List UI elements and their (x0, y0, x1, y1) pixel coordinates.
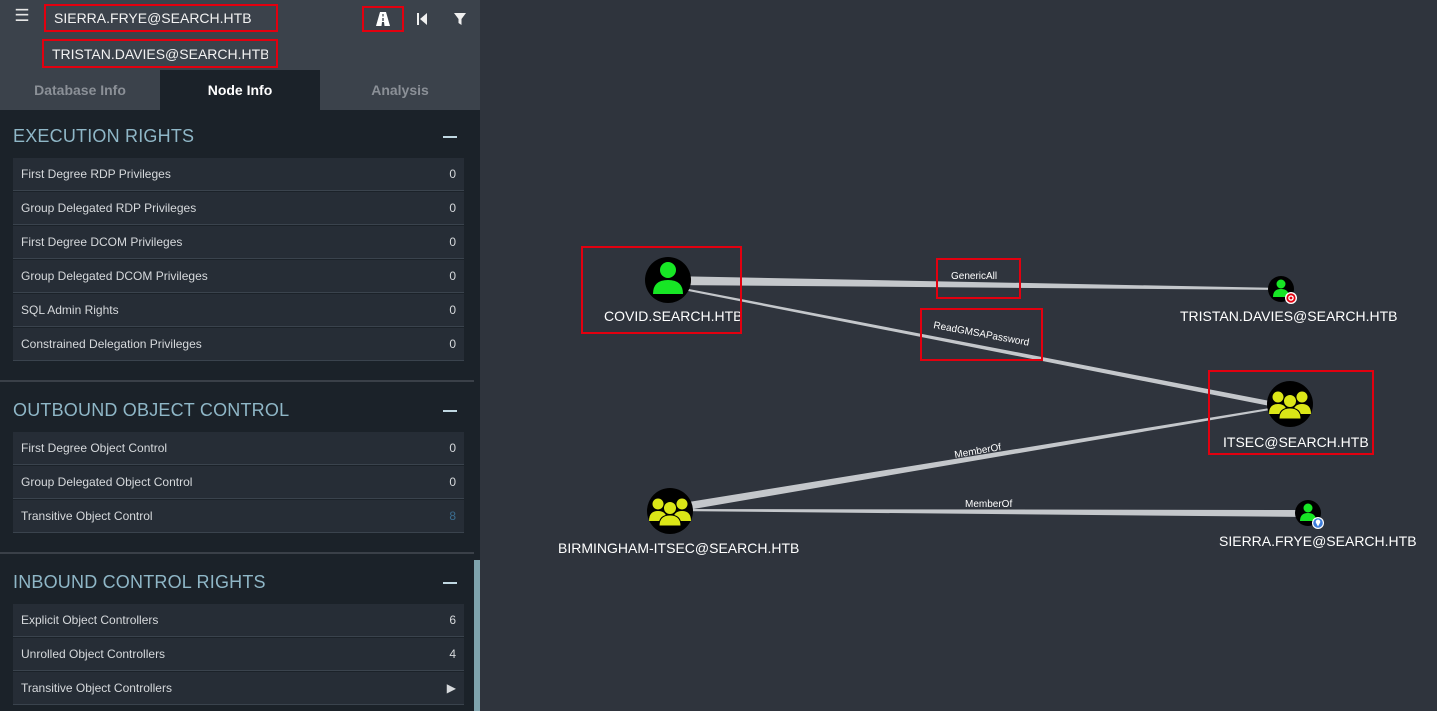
section-title-inbound-control-rights: INBOUND CONTROL RIGHTS (13, 572, 266, 592)
row-group-delegated-object-control[interactable]: Group Delegated Object Control 0 (13, 466, 464, 499)
row-label: Group Delegated DCOM Privileges (21, 269, 208, 283)
row-label: First Degree DCOM Privileges (21, 235, 183, 249)
pathfinding-button[interactable] (362, 6, 404, 32)
skip-back-icon (417, 13, 427, 25)
tab-node-info[interactable]: Node Info (160, 70, 320, 110)
node-info-content: EXECUTION RIGHTS First Degree RDP Privil… (0, 110, 480, 711)
target-node-search[interactable] (42, 39, 278, 68)
row-value: 0 (449, 303, 456, 317)
row-label: Group Delegated Object Control (21, 475, 193, 489)
row-label: Transitive Object Control (21, 509, 153, 523)
row-transitive-object-controllers[interactable]: Transitive Object Controllers ▶ (13, 672, 464, 705)
row-label: First Degree Object Control (21, 441, 168, 455)
target-search-row (0, 35, 480, 93)
edge-birmingham-itsec[interactable] (670, 408, 1270, 513)
node-tristan[interactable] (1268, 276, 1297, 304)
row-transitive-object-control[interactable]: Transitive Object Control 8 (13, 500, 464, 533)
collapse-execution-rights-icon[interactable] (443, 136, 457, 138)
row-value: 0 (449, 337, 456, 351)
filter-button[interactable] (450, 6, 470, 32)
row-value: 4 (449, 647, 456, 661)
road-icon (376, 12, 390, 26)
row-first-degree-rdp[interactable]: First Degree RDP Privileges 0 (13, 158, 464, 191)
row-group-delegated-rdp[interactable]: Group Delegated RDP Privileges 0 (13, 192, 464, 225)
hamburger-menu-icon[interactable]: ☰ (13, 7, 31, 25)
highlight-box-itsec (1208, 370, 1374, 455)
row-label: Group Delegated RDP Privileges (21, 201, 197, 215)
row-unrolled-object-controllers[interactable]: Unrolled Object Controllers 4 (13, 638, 464, 671)
row-group-delegated-dcom[interactable]: Group Delegated DCOM Privileges 0 (13, 260, 464, 293)
node-info-panel: ☰ SIERRA.FRYE@SEARCH.HTB TRISTAN.DAVIES@… (0, 0, 480, 711)
row-value: 0 (449, 201, 456, 215)
row-sql-admin-rights[interactable]: SQL Admin Rights 0 (13, 294, 464, 327)
node-birmingham[interactable] (647, 488, 693, 534)
expand-play-icon[interactable]: ▶ (447, 681, 456, 695)
edge-sierra-birmingham[interactable] (670, 509, 1308, 517)
row-label: First Degree RDP Privileges (21, 167, 171, 181)
row-explicit-object-controllers[interactable]: Explicit Object Controllers 6 (13, 604, 464, 637)
highlight-box-covid (581, 246, 742, 334)
row-value: 0 (449, 441, 456, 455)
node-label-tristan: TRISTAN.DAVIES@SEARCH.HTB (1180, 308, 1398, 324)
row-value: 0 (449, 475, 456, 489)
section-title-execution-rights: EXECUTION RIGHTS (13, 126, 195, 146)
back-button[interactable] (412, 6, 432, 32)
highlight-box-genericall (936, 258, 1021, 299)
row-value[interactable]: 8 (449, 509, 456, 523)
row-label: Explicit Object Controllers (21, 613, 159, 627)
row-value: 0 (449, 235, 456, 249)
row-value: 6 (449, 613, 456, 627)
section-divider (0, 380, 474, 382)
edge-label-memberof-birmingham: MemberOf (965, 499, 1012, 510)
row-label: Transitive Object Controllers (21, 681, 172, 695)
highlight-box-readgmsapassword (920, 308, 1043, 361)
start-search-row: ☰ (0, 0, 480, 35)
row-constrained-delegation[interactable]: Constrained Delegation Privileges 0 (13, 328, 464, 361)
section-divider (0, 552, 474, 554)
node-label-sierra: SIERRA.FRYE@SEARCH.HTB (1219, 533, 1417, 549)
section-title-outbound-object-control: OUTBOUND OBJECT CONTROL (13, 400, 290, 420)
row-label: Constrained Delegation Privileges (21, 337, 202, 351)
panel-tabs: Database Info Node Info Analysis (0, 70, 480, 110)
row-value: 0 (449, 167, 456, 181)
collapse-inbound-control-rights-icon[interactable] (443, 582, 457, 584)
filter-icon (454, 13, 466, 25)
node-label-birmingham: BIRMINGHAM-ITSEC@SEARCH.HTB (558, 540, 800, 556)
row-label: SQL Admin Rights (21, 303, 119, 317)
node-sierra[interactable] (1295, 500, 1324, 529)
tab-analysis[interactable]: Analysis (320, 70, 480, 110)
collapse-outbound-object-control-icon[interactable] (443, 410, 457, 412)
start-node-search[interactable] (44, 4, 278, 32)
start-node-input[interactable] (46, 6, 276, 30)
row-first-degree-object-control[interactable]: First Degree Object Control 0 (13, 432, 464, 465)
row-first-degree-dcom[interactable]: First Degree DCOM Privileges 0 (13, 226, 464, 259)
graph-canvas[interactable]: GenericAll ReadGMSAPassword MemberOf Mem… (480, 0, 1437, 711)
row-value: 0 (449, 269, 456, 283)
target-node-input[interactable] (44, 41, 276, 66)
tab-database-info[interactable]: Database Info (0, 70, 160, 110)
row-label: Unrolled Object Controllers (21, 647, 166, 661)
